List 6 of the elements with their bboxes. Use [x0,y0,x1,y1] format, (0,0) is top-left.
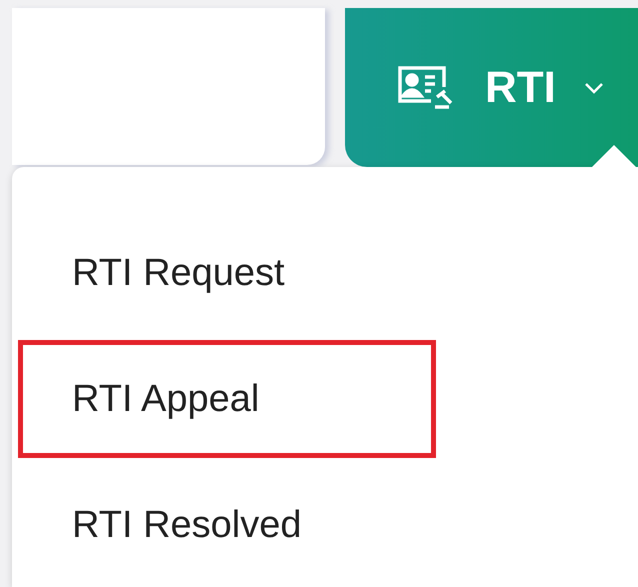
tab-label: RTI [485,62,556,114]
chevron-icon [584,82,604,94]
menu-item[interactable]: RTI Resolved [18,497,436,553]
rti-tab[interactable]: RTI [345,8,638,167]
menu-item[interactable]: RTI Request [18,245,436,301]
menu-item[interactable]: RTI Appeal [18,340,436,458]
